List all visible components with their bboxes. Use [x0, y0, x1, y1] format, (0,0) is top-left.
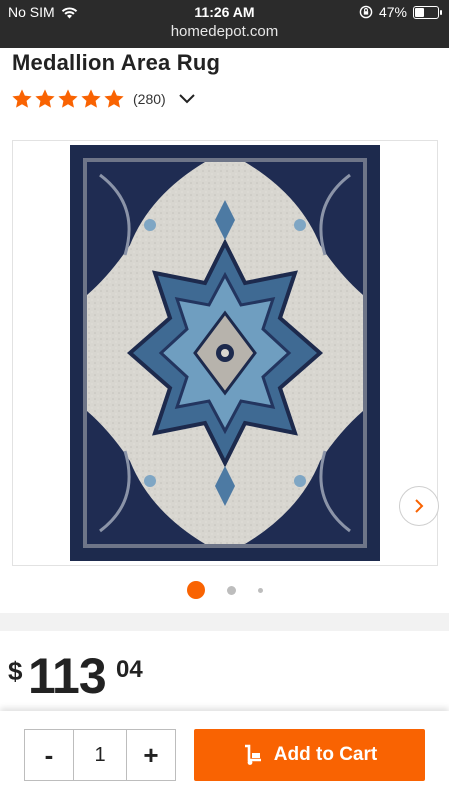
carousel-dot-3[interactable] [257, 587, 263, 593]
product-image-carousel[interactable] [12, 140, 439, 566]
section-divider [0, 613, 449, 631]
star-icon [104, 89, 124, 108]
next-image-button[interactable] [399, 486, 439, 526]
review-count[interactable]: (280) [133, 91, 166, 107]
add-to-cart-label: Add to Cart [273, 744, 378, 765]
battery-percent: 47% [378, 4, 407, 20]
star-rating [11, 88, 125, 110]
add-to-cart-bar: - 1 + Add to Cart [0, 711, 449, 800]
status-right: 47% [359, 4, 442, 20]
carousel-dot-2[interactable] [226, 585, 236, 595]
star-icon [12, 89, 32, 108]
price-dollars: 113 [28, 648, 107, 704]
star-icon [35, 89, 55, 108]
price-cents: 04 [116, 656, 143, 683]
price-currency: $ [8, 656, 23, 686]
product-title: Medallion Area Rug [12, 50, 221, 75]
orientation-lock-icon [359, 5, 373, 19]
star-icon [81, 89, 101, 108]
chevron-right-icon [415, 499, 424, 513]
quantity-input[interactable]: 1 [73, 730, 127, 780]
increase-quantity-button[interactable]: + [127, 730, 175, 780]
chevron-down-icon[interactable] [178, 93, 196, 105]
decrease-quantity-button[interactable]: - [25, 730, 73, 780]
add-to-cart-button[interactable]: Add to Cart [194, 729, 425, 781]
url-bar[interactable]: homedepot.com [0, 23, 449, 40]
battery-icon [413, 5, 442, 19]
dolly-cart-icon [244, 744, 261, 765]
status-bar: No SIM 11:26 AM 47% homedepot.com [0, 0, 449, 48]
carousel-pagination [0, 580, 449, 600]
carousel-dot-1[interactable] [186, 581, 205, 599]
battery-level [415, 7, 425, 17]
rug-image[interactable] [70, 145, 380, 561]
rating-row[interactable]: (280) [11, 86, 196, 112]
star-icon [58, 89, 78, 108]
quantity-stepper: - 1 + [24, 729, 176, 781]
